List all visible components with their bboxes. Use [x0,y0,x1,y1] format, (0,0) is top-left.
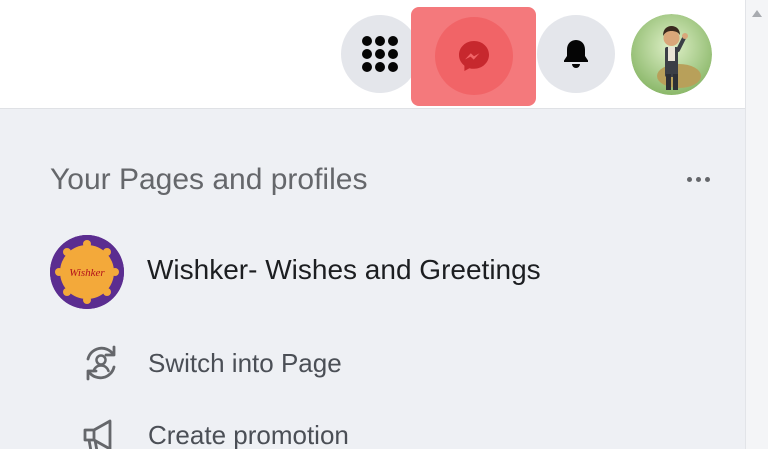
create-promotion-action[interactable]: Create promotion [80,410,580,449]
create-promotion-label: Create promotion [148,420,349,449]
page-avatar: Wishker [50,235,124,309]
page-logo: Wishker [50,235,124,309]
grid-menu-icon [362,36,398,72]
switch-into-page-label: Switch into Page [148,348,342,378]
menu-button[interactable] [341,15,419,93]
scrollbar[interactable] [745,0,768,449]
user-avatar[interactable] [631,14,712,95]
bell-icon [564,40,588,68]
section-title: Your Pages and profiles [50,163,368,196]
more-options-button[interactable] [678,166,718,192]
megaphone-icon [83,419,112,449]
scroll-up-arrow-icon[interactable] [752,10,762,17]
messenger-button[interactable] [435,17,513,95]
page-item[interactable]: Wishker Wishker- Wishes and Greetings [45,232,665,312]
more-dots-icon [686,176,692,182]
page-logo-text: Wishker [69,267,105,279]
messenger-icon [459,41,489,71]
notifications-button[interactable] [537,15,615,93]
more-dot [704,176,710,182]
switch-profile-icon [86,345,116,381]
page-name[interactable]: Wishker- Wishes and Greetings [147,254,541,286]
more-dot [695,176,701,182]
switch-into-page-action[interactable]: Switch into Page [80,338,580,388]
user-avatar-icon [631,14,712,95]
